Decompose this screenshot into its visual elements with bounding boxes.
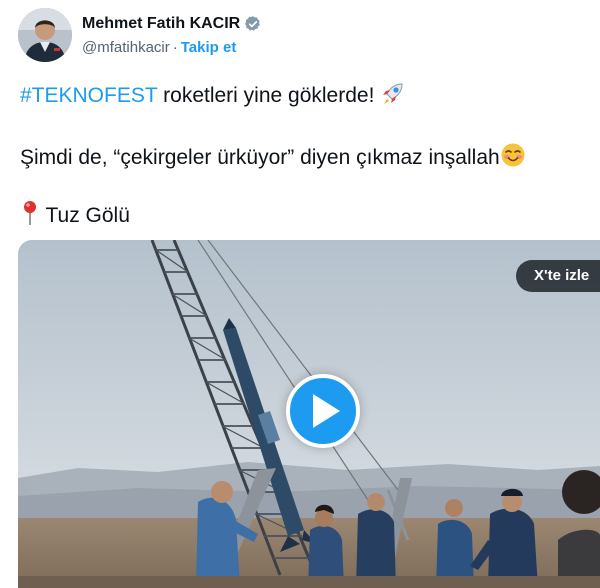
smiling-face-emoji-icon [500, 142, 526, 174]
tweet-text-2: Şimdi de, “çekirgeler ürküyor” diyen çık… [20, 146, 500, 169]
play-button[interactable] [286, 374, 360, 448]
video-media[interactable]: X'te izle [18, 240, 600, 588]
tweet-text-line-1: #TEKNOFEST roketleri yine göklerde! [20, 80, 406, 112]
avatar[interactable] [18, 8, 72, 62]
handle-separator: · [172, 39, 178, 56]
hashtag-link[interactable]: #TEKNOFEST [20, 84, 157, 107]
location-text: Tuz Gölü [45, 204, 130, 227]
tweet-text-line-2: Şimdi de, “çekirgeler ürküyor” diyen çık… [20, 142, 526, 174]
round-pushpin-emoji-icon [20, 200, 40, 232]
play-icon [313, 394, 340, 428]
handle[interactable]: @mfatihkacir [82, 39, 170, 56]
tweet-text-1: roketleri yine göklerde! [157, 84, 381, 107]
rocket-emoji-icon [380, 80, 406, 112]
follow-button[interactable]: Takip et [181, 39, 237, 56]
watch-on-x-button[interactable]: X'te izle [516, 260, 600, 292]
tweet-text-line-3: Tuz Gölü [20, 200, 130, 232]
verified-badge-icon [245, 16, 261, 31]
display-name[interactable]: Mehmet Fatih KACIR [82, 15, 240, 33]
tweet-header: Mehmet Fatih KACIR @mfatihkacir · Takip et [18, 8, 578, 66]
